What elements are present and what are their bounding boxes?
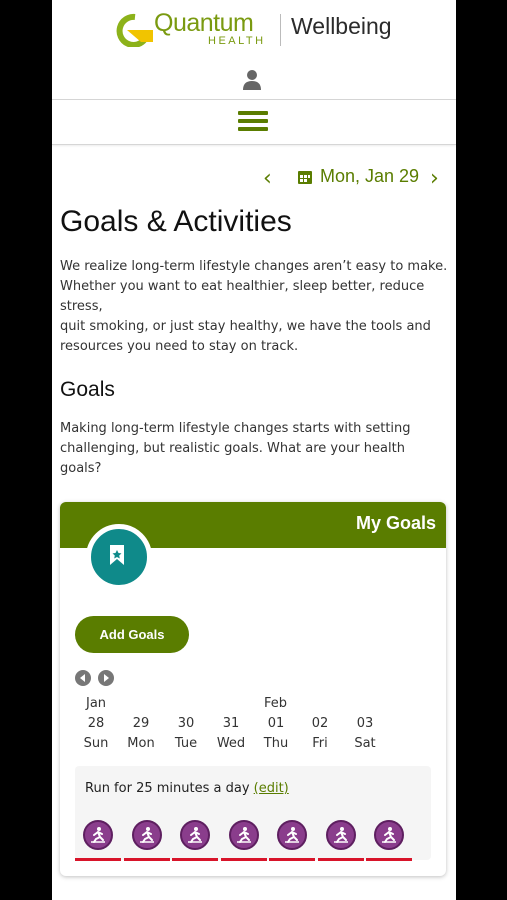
goals-line: Making long-term lifestyle changes start…: [60, 421, 411, 436]
day-cell[interactable]: 03 Sat: [343, 714, 387, 754]
day-date: 30: [177, 716, 195, 731]
logo-wordmark: Quantum: [154, 9, 254, 37]
activity-underline: [75, 858, 121, 861]
intro-paragraph: We realize long-term lifestyle changes a…: [60, 257, 450, 357]
running-icon[interactable]: [277, 820, 307, 850]
chevron-right-icon[interactable]: ›: [430, 166, 439, 191]
goal-text: Run for 25 minutes a day: [85, 781, 250, 796]
quantum-logo-icon: [116, 13, 153, 47]
month-label-jan: Jan: [86, 696, 107, 711]
running-icon[interactable]: [374, 820, 404, 850]
app-page: Quantum HEALTH Wellbeing ‹ Mon, Jan 29 ›…: [52, 0, 456, 900]
activity-underline: [366, 858, 412, 861]
my-goals-card: My Goals Add Goals Jan Feb 28 Sun 29 Mon 30 T…: [60, 502, 446, 876]
day-name: Fri: [312, 736, 328, 751]
user-row: [52, 58, 456, 100]
caret-right-icon: [104, 674, 109, 682]
goal-description: Run for 25 minutes a day (edit): [85, 781, 289, 796]
bookmark-icon: [110, 545, 124, 565]
activity-underline: [172, 858, 218, 861]
running-icon[interactable]: [326, 820, 356, 850]
menu-row: [52, 100, 456, 145]
day-cell[interactable]: 28 Sun: [74, 714, 118, 754]
add-goals-button[interactable]: Add Goals: [75, 616, 189, 653]
activity-underline: [269, 858, 315, 861]
next-week-button[interactable]: [98, 670, 114, 686]
goals-line: challenging, but realistic goals. What a…: [60, 441, 405, 476]
goal-badge: [86, 524, 152, 590]
current-date[interactable]: Mon, Jan 29: [320, 166, 419, 187]
running-icon[interactable]: [229, 820, 259, 850]
goals-paragraph: Making long-term lifestyle changes start…: [60, 419, 450, 479]
page-title: Goals & Activities: [60, 205, 292, 238]
day-name: Thu: [263, 736, 289, 751]
activity-underline: [318, 858, 364, 861]
intro-line: quit smoking, or just stay healthy, we h…: [60, 319, 431, 334]
day-date: 03: [356, 716, 374, 731]
day-name: Tue: [174, 736, 198, 751]
running-icon[interactable]: [132, 820, 162, 850]
calendar-icon[interactable]: [297, 169, 313, 185]
day-name: Sat: [354, 736, 376, 751]
day-cell[interactable]: 29 Mon: [119, 714, 163, 754]
logo-subtext: HEALTH: [208, 35, 266, 47]
hamburger-menu-icon[interactable]: [238, 111, 268, 133]
intro-line: Whether you want to eat healthier, sleep…: [60, 279, 425, 314]
caret-left-icon: [80, 674, 85, 682]
day-date: 31: [222, 716, 240, 731]
running-icon[interactable]: [180, 820, 210, 850]
day-name: Wed: [216, 736, 246, 751]
goal-item: Run for 25 minutes a day (edit): [75, 766, 431, 861]
card-title: My Goals: [355, 513, 436, 533]
activity-underline: [124, 858, 170, 861]
intro-line: resources you need to stay on track.: [60, 339, 299, 354]
day-name: Sun: [83, 736, 109, 751]
user-icon[interactable]: [242, 69, 262, 91]
intro-line: We realize long-term lifestyle changes a…: [60, 259, 448, 274]
day-cell[interactable]: 01 Thu: [254, 714, 298, 754]
logo-divider: [280, 14, 281, 46]
day-cell[interactable]: 31 Wed: [209, 714, 253, 754]
goals-heading: Goals: [60, 378, 115, 401]
month-label-feb: Feb: [264, 696, 288, 711]
day-name: Mon: [127, 736, 155, 751]
day-date: 29: [132, 716, 150, 731]
activity-underline: [221, 858, 267, 861]
header: Quantum HEALTH Wellbeing: [52, 0, 456, 58]
date-navigator: ‹ Mon, Jan 29 ›: [260, 164, 450, 192]
edit-goal-link[interactable]: (edit): [254, 781, 289, 796]
day-cell[interactable]: 30 Tue: [164, 714, 208, 754]
day-date: 28: [87, 716, 105, 731]
chevron-left-icon[interactable]: ‹: [263, 166, 272, 191]
day-cell[interactable]: 02 Fri: [298, 714, 342, 754]
day-date: 02: [311, 716, 329, 731]
running-icon[interactable]: [83, 820, 113, 850]
prev-week-button[interactable]: [75, 670, 91, 686]
brand-name: Wellbeing: [291, 13, 392, 39]
day-date: 01: [267, 716, 285, 731]
